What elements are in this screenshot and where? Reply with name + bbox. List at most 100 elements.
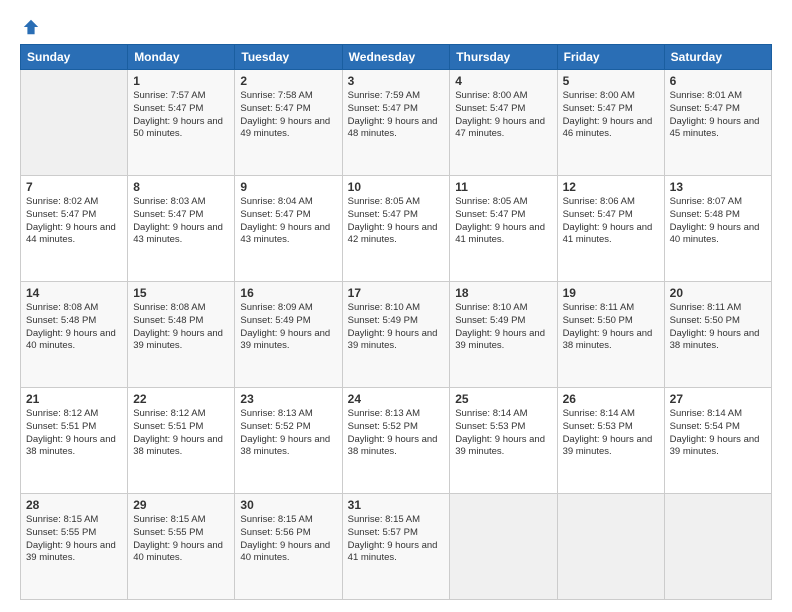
day-number: 27 [670, 392, 766, 406]
day-info: Sunrise: 8:15 AMSunset: 5:57 PMDaylight:… [348, 514, 445, 565]
day-info: Sunrise: 8:15 AMSunset: 5:55 PMDaylight:… [133, 514, 229, 565]
weekday-sunday: Sunday [21, 45, 128, 70]
day-cell: 13 Sunrise: 8:07 AMSunset: 5:48 PMDayligh… [664, 176, 771, 282]
day-number: 30 [240, 498, 336, 512]
day-number: 22 [133, 392, 229, 406]
day-info: Sunrise: 8:03 AMSunset: 5:47 PMDaylight:… [133, 196, 229, 247]
day-number: 31 [348, 498, 445, 512]
day-number: 19 [563, 286, 659, 300]
day-number: 4 [455, 74, 551, 88]
day-number: 23 [240, 392, 336, 406]
day-number: 3 [348, 74, 445, 88]
day-cell: 1Sunrise: 7:57 AMSunset: 5:47 PMDaylight… [128, 70, 235, 176]
day-cell: 11 Sunrise: 8:05 AMSunset: 5:47 PMDayligh… [450, 176, 557, 282]
day-number: 10 [348, 180, 445, 194]
header [20, 18, 772, 36]
weekday-friday: Friday [557, 45, 664, 70]
day-cell: 24 Sunrise: 8:13 AMSunset: 5:52 PMDayligh… [342, 388, 450, 494]
day-number: 6 [670, 74, 766, 88]
day-number: 24 [348, 392, 445, 406]
weekday-saturday: Saturday [664, 45, 771, 70]
day-info: Sunrise: 7:57 AMSunset: 5:47 PMDaylight:… [133, 90, 229, 141]
day-info: Sunrise: 8:11 AMSunset: 5:50 PMDaylight:… [563, 302, 659, 353]
day-cell: 2 Sunrise: 7:58 AMSunset: 5:47 PMDaylight… [235, 70, 342, 176]
day-number: 9 [240, 180, 336, 194]
day-cell [557, 494, 664, 600]
week-row-1: 1Sunrise: 7:57 AMSunset: 5:47 PMDaylight… [21, 70, 772, 176]
day-info: Sunrise: 8:05 AMSunset: 5:47 PMDaylight:… [455, 196, 551, 247]
day-info: Sunrise: 8:10 AMSunset: 5:49 PMDaylight:… [348, 302, 445, 353]
day-info: Sunrise: 8:08 AMSunset: 5:48 PMDaylight:… [26, 302, 122, 353]
week-row-3: 14 Sunrise: 8:08 AMSunset: 5:48 PMDayligh… [21, 282, 772, 388]
day-number: 12 [563, 180, 659, 194]
day-info: Sunrise: 8:13 AMSunset: 5:52 PMDaylight:… [348, 408, 445, 459]
day-cell: 9 Sunrise: 8:04 AMSunset: 5:47 PMDaylight… [235, 176, 342, 282]
day-info: Sunrise: 8:14 AMSunset: 5:54 PMDaylight:… [670, 408, 766, 459]
day-cell: 30Sunrise: 8:15 AMSunset: 5:56 PMDayligh… [235, 494, 342, 600]
day-info: Sunrise: 8:04 AMSunset: 5:47 PMDaylight:… [240, 196, 336, 247]
day-number: 5 [563, 74, 659, 88]
day-info: Sunrise: 8:11 AMSunset: 5:50 PMDaylight:… [670, 302, 766, 353]
day-cell: 12 Sunrise: 8:06 AMSunset: 5:47 PMDayligh… [557, 176, 664, 282]
day-cell: 20 Sunrise: 8:11 AMSunset: 5:50 PMDayligh… [664, 282, 771, 388]
day-number: 25 [455, 392, 551, 406]
weekday-thursday: Thursday [450, 45, 557, 70]
day-number: 20 [670, 286, 766, 300]
day-info: Sunrise: 8:09 AMSunset: 5:49 PMDaylight:… [240, 302, 336, 353]
week-row-2: 7 Sunrise: 8:02 AMSunset: 5:47 PMDaylight… [21, 176, 772, 282]
weekday-header-row: SundayMondayTuesdayWednesdayThursdayFrid… [21, 45, 772, 70]
day-cell: 26 Sunrise: 8:14 AMSunset: 5:53 PMDayligh… [557, 388, 664, 494]
day-number: 26 [563, 392, 659, 406]
day-cell: 17 Sunrise: 8:10 AMSunset: 5:49 PMDayligh… [342, 282, 450, 388]
weekday-monday: Monday [128, 45, 235, 70]
day-info: Sunrise: 8:10 AMSunset: 5:49 PMDaylight:… [455, 302, 551, 353]
calendar-table: SundayMondayTuesdayWednesdayThursdayFrid… [20, 44, 772, 600]
day-number: 18 [455, 286, 551, 300]
day-number: 7 [26, 180, 122, 194]
day-number: 11 [455, 180, 551, 194]
day-number: 16 [240, 286, 336, 300]
day-cell: 14 Sunrise: 8:08 AMSunset: 5:48 PMDayligh… [21, 282, 128, 388]
day-info: Sunrise: 8:00 AMSunset: 5:47 PMDaylight:… [563, 90, 659, 141]
day-number: 8 [133, 180, 229, 194]
day-info: Sunrise: 8:07 AMSunset: 5:48 PMDaylight:… [670, 196, 766, 247]
day-cell: 8 Sunrise: 8:03 AMSunset: 5:47 PMDaylight… [128, 176, 235, 282]
day-cell: 31 Sunrise: 8:15 AMSunset: 5:57 PMDayligh… [342, 494, 450, 600]
week-row-4: 21Sunrise: 8:12 AMSunset: 5:51 PMDayligh… [21, 388, 772, 494]
day-number: 28 [26, 498, 122, 512]
day-cell: 3 Sunrise: 7:59 AMSunset: 5:47 PMDaylight… [342, 70, 450, 176]
day-cell: 28 Sunrise: 8:15 AMSunset: 5:55 PMDayligh… [21, 494, 128, 600]
logo [20, 18, 40, 36]
day-info: Sunrise: 8:00 AMSunset: 5:47 PMDaylight:… [455, 90, 551, 141]
day-number: 17 [348, 286, 445, 300]
day-cell: 25 Sunrise: 8:14 AMSunset: 5:53 PMDayligh… [450, 388, 557, 494]
day-cell: 27 Sunrise: 8:14 AMSunset: 5:54 PMDayligh… [664, 388, 771, 494]
day-number: 13 [670, 180, 766, 194]
day-info: Sunrise: 8:13 AMSunset: 5:52 PMDaylight:… [240, 408, 336, 459]
day-info: Sunrise: 7:59 AMSunset: 5:47 PMDaylight:… [348, 90, 445, 141]
week-row-5: 28 Sunrise: 8:15 AMSunset: 5:55 PMDayligh… [21, 494, 772, 600]
day-number: 14 [26, 286, 122, 300]
day-info: Sunrise: 8:14 AMSunset: 5:53 PMDaylight:… [563, 408, 659, 459]
day-cell: 21Sunrise: 8:12 AMSunset: 5:51 PMDayligh… [21, 388, 128, 494]
weekday-wednesday: Wednesday [342, 45, 450, 70]
day-cell: 10Sunrise: 8:05 AMSunset: 5:47 PMDayligh… [342, 176, 450, 282]
day-info: Sunrise: 8:02 AMSunset: 5:47 PMDaylight:… [26, 196, 122, 247]
day-cell: 23 Sunrise: 8:13 AMSunset: 5:52 PMDayligh… [235, 388, 342, 494]
day-cell: 18 Sunrise: 8:10 AMSunset: 5:49 PMDayligh… [450, 282, 557, 388]
day-info: Sunrise: 8:14 AMSunset: 5:53 PMDaylight:… [455, 408, 551, 459]
day-number: 2 [240, 74, 336, 88]
day-info: Sunrise: 8:01 AMSunset: 5:47 PMDaylight:… [670, 90, 766, 141]
day-info: Sunrise: 7:58 AMSunset: 5:47 PMDaylight:… [240, 90, 336, 141]
day-info: Sunrise: 8:08 AMSunset: 5:48 PMDaylight:… [133, 302, 229, 353]
day-info: Sunrise: 8:15 AMSunset: 5:55 PMDaylight:… [26, 514, 122, 565]
day-cell: 4 Sunrise: 8:00 AMSunset: 5:47 PMDaylight… [450, 70, 557, 176]
day-cell [450, 494, 557, 600]
day-number: 15 [133, 286, 229, 300]
day-number: 29 [133, 498, 229, 512]
calendar-page: SundayMondayTuesdayWednesdayThursdayFrid… [0, 0, 792, 612]
day-info: Sunrise: 8:06 AMSunset: 5:47 PMDaylight:… [563, 196, 659, 247]
day-info: Sunrise: 8:12 AMSunset: 5:51 PMDaylight:… [26, 408, 122, 459]
day-cell: 29 Sunrise: 8:15 AMSunset: 5:55 PMDayligh… [128, 494, 235, 600]
day-cell: 15 Sunrise: 8:08 AMSunset: 5:48 PMDayligh… [128, 282, 235, 388]
